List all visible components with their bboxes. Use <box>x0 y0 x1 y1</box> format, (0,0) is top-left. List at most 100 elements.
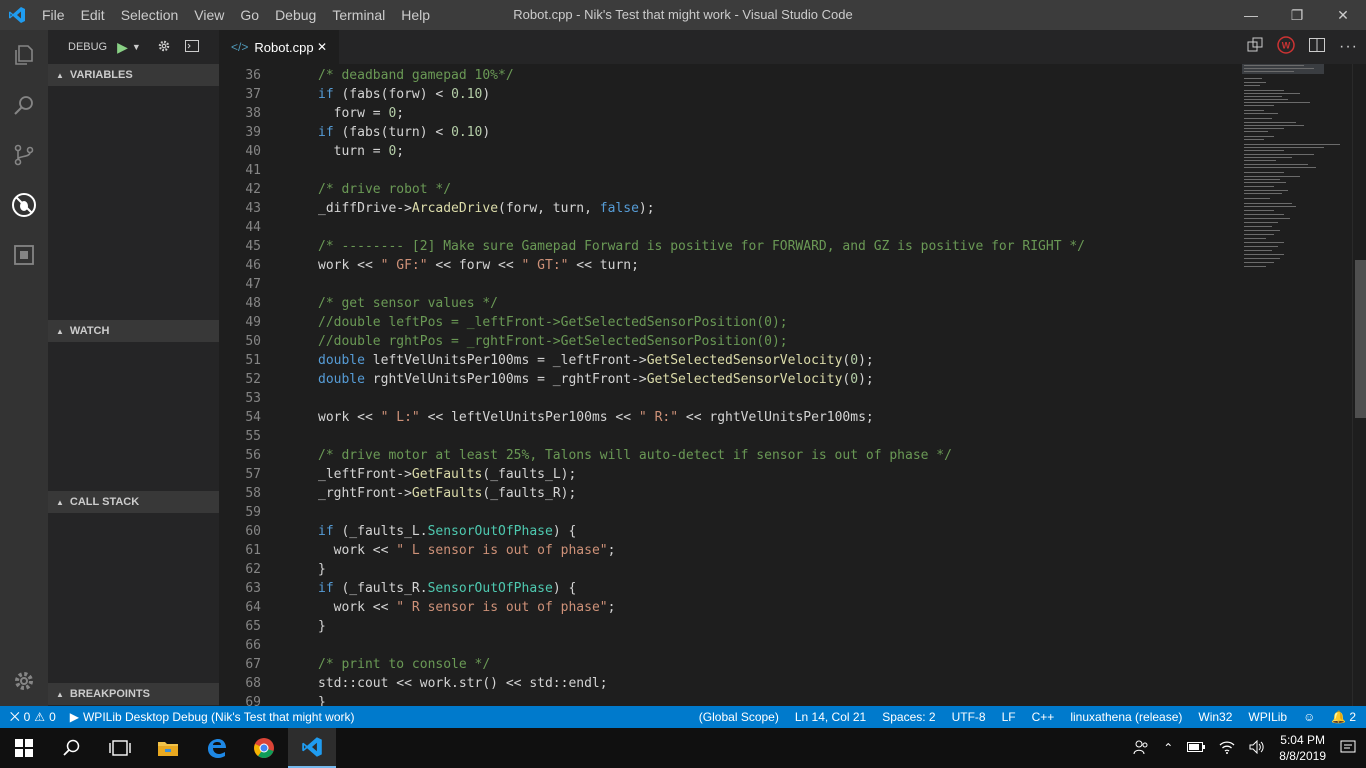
line-text: work << " L:" << leftVelUnitsPer100ms <<… <box>318 408 874 427</box>
line-text: _leftFront->GetFaults(_faults_L); <box>318 465 576 484</box>
code-line: 67 /* print to console */ <box>219 655 1219 674</box>
eol-status[interactable]: LF <box>1002 710 1016 724</box>
close-icon[interactable]: ✕ <box>1320 0 1366 30</box>
code-token: ) { <box>552 524 577 539</box>
task-view-icon[interactable] <box>96 728 144 768</box>
minimize-icon[interactable]: — <box>1228 0 1274 30</box>
line-number: 61 <box>245 543 261 558</box>
menu-item-selection[interactable]: Selection <box>113 0 187 30</box>
wpilib-status[interactable]: WPILib <box>1248 710 1287 724</box>
code-token: std::cout << work.str() << std::endl; <box>318 676 608 691</box>
code-editor[interactable]: 36 /* deadband gamepad 10%*/ 37 if (fabs(fo… <box>219 64 1366 706</box>
debug-settings-icon[interactable] <box>157 39 171 56</box>
line-number: 44 <box>245 220 261 235</box>
menu-item-file[interactable]: File <box>34 0 73 30</box>
feedback-smiley-icon[interactable]: ☺ <box>1303 710 1315 724</box>
code-token: leftVelUnitsPer100ms = _leftFront-> <box>364 353 647 368</box>
expand-triangle-icon: ▲ <box>56 689 64 699</box>
code-token: /* -------- [2] Make sure Gamepad Forwar… <box>318 239 1086 254</box>
code-line: 42 /* drive robot */ <box>219 180 1219 199</box>
indentation-status[interactable]: Spaces: 2 <box>882 710 935 724</box>
open-changes-icon[interactable] <box>1247 37 1263 58</box>
toolchain-status[interactable]: linuxathena (release) <box>1070 710 1182 724</box>
code-token: /* drive robot */ <box>318 182 452 197</box>
line-number: 48 <box>245 296 261 311</box>
show-hidden-icons-chevron-icon[interactable]: ⌃ <box>1163 741 1173 755</box>
line-text: std::cout << work.str() << std::endl; <box>318 674 608 693</box>
problems-indicator[interactable]: ⨉ 0 ⚠ 0 <box>10 710 56 725</box>
more-actions-icon[interactable]: ··· <box>1339 38 1358 56</box>
code-token: " L:" <box>380 410 420 425</box>
action-center-icon[interactable] <box>1340 739 1356 758</box>
line-text: work << " R sensor is out of phase"; <box>318 598 616 617</box>
config-dropdown-icon[interactable]: ▼ <box>132 42 141 52</box>
extensions-icon[interactable] <box>0 230 48 280</box>
start-debugging-icon[interactable]: ▶ <box>117 39 128 56</box>
debug-icon[interactable] <box>0 180 48 230</box>
variables-section-header[interactable]: ▲ VARIABLES <box>48 64 219 86</box>
windows-start-icon[interactable] <box>0 728 48 768</box>
call-stack-section-header[interactable]: ▲ CALL STACK <box>48 491 219 513</box>
encoding-status[interactable]: UTF-8 <box>952 710 986 724</box>
menu-item-terminal[interactable]: Terminal <box>324 0 393 30</box>
source-control-icon[interactable] <box>0 130 48 180</box>
code-token: /* print to console */ <box>318 657 491 672</box>
people-icon[interactable] <box>1133 739 1149 758</box>
edge-browser-icon[interactable] <box>192 728 240 768</box>
search-icon[interactable] <box>0 80 48 130</box>
line-text: /* print to console */ <box>318 655 490 674</box>
line-number: 53 <box>245 391 261 406</box>
code-token: (_faults_R. <box>333 581 428 596</box>
code-token: rghtVelUnitsPer100ms = _rghtFront-> <box>364 372 647 387</box>
wpilib-icon[interactable]: W <box>1277 35 1295 59</box>
line-number: 64 <box>245 600 261 615</box>
battery-icon[interactable] <box>1187 741 1206 755</box>
code-line: 47 <box>219 275 1219 294</box>
settings-gear-icon[interactable] <box>0 656 48 706</box>
menu-item-debug[interactable]: Debug <box>267 0 324 30</box>
debug-console-icon[interactable] <box>184 39 199 55</box>
menu-item-edit[interactable]: Edit <box>73 0 113 30</box>
code-token: ) { <box>552 581 577 596</box>
code-token: " R:" <box>638 410 679 425</box>
minimap[interactable] <box>1242 64 1352 706</box>
menu-item-view[interactable]: View <box>186 0 232 30</box>
code-token: << turn; <box>568 258 639 273</box>
windows-taskbar: ⌃ 5:04 PM 8/8/2019 <box>0 728 1366 768</box>
scope-status[interactable]: (Global Scope) <box>699 710 779 724</box>
watch-section-header[interactable]: ▲ WATCH <box>48 320 219 342</box>
scrollbar-thumb[interactable] <box>1355 260 1366 418</box>
language-mode[interactable]: C++ <box>1032 710 1055 724</box>
platform-status[interactable]: Win32 <box>1198 710 1232 724</box>
vscode-logo-icon[interactable] <box>0 0 34 30</box>
maximize-icon[interactable]: ❐ <box>1274 0 1320 30</box>
taskbar-search-icon[interactable] <box>48 728 96 768</box>
wifi-icon[interactable] <box>1219 740 1235 757</box>
split-editor-icon[interactable] <box>1309 37 1326 57</box>
breakpoints-section-header[interactable]: ▲ BREAKPOINTS <box>48 683 219 705</box>
line-text: /* get sensor values */ <box>318 294 498 313</box>
debug-config-status[interactable]: ▶ WPILib Desktop Debug (Nik's Test that … <box>70 710 355 724</box>
code-token: work << <box>318 600 397 615</box>
vscode-taskbar-icon[interactable] <box>288 728 336 768</box>
chrome-browser-icon[interactable] <box>240 728 288 768</box>
menu-item-go[interactable]: Go <box>232 0 267 30</box>
code-token: ; <box>607 600 616 615</box>
tab-robot-cpp[interactable]: </> Robot.cpp ✕ <box>219 30 339 64</box>
tab-close-icon[interactable]: ✕ <box>317 40 327 54</box>
title-bar: File Edit Selection View Go Debug Terminal Help… <box>0 0 1366 30</box>
code-token: ; <box>607 543 616 558</box>
menu-item-help[interactable]: Help <box>393 0 438 30</box>
cursor-position[interactable]: Ln 14, Col 21 <box>795 710 866 724</box>
taskbar-clock[interactable]: 5:04 PM 8/8/2019 <box>1279 732 1326 764</box>
file-explorer-icon[interactable] <box>144 728 192 768</box>
volume-icon[interactable] <box>1249 739 1265 757</box>
error-icon: ⨉ <box>10 709 20 724</box>
line-number: 66 <box>245 638 261 653</box>
notifications-indicator[interactable]: 🔔 2 <box>1331 710 1356 724</box>
line-number: 50 <box>245 334 261 349</box>
code-token: GetFaults <box>411 467 483 482</box>
code-token: ); <box>638 201 655 216</box>
explorer-icon[interactable] <box>0 30 48 80</box>
vertical-scrollbar[interactable] <box>1352 64 1366 706</box>
